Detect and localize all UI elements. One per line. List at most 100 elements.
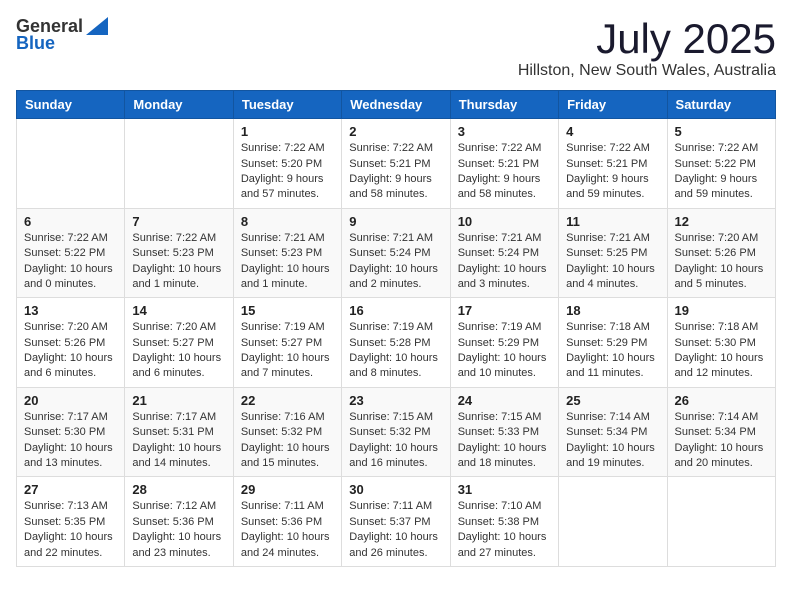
day-info: Sunrise: 7:21 AM Sunset: 5:23 PM Dayligh… xyxy=(241,231,334,293)
calendar-cell: 6 Sunrise: 7:22 AM Sunset: 5:22 PM Daylig… xyxy=(17,208,125,298)
day-info: Sunrise: 7:22 AM Sunset: 5:23 PM Dayligh… xyxy=(132,231,225,293)
calendar-cell: 24Sunrise: 7:15 AM Sunset: 5:33 PM Dayli… xyxy=(450,387,558,477)
calendar-cell: 17 Sunrise: 7:19 AM Sunset: 5:29 PM Dayli… xyxy=(450,298,558,388)
day-info: Sunrise: 7:18 AM Sunset: 5:29 PM Dayligh… xyxy=(566,320,659,382)
weekday-header-tuesday: Tuesday xyxy=(233,91,341,119)
day-number: 20 xyxy=(24,393,117,408)
calendar-cell xyxy=(125,119,233,209)
location-subtitle: Hillston, New South Wales, Australia xyxy=(518,62,776,80)
calendar-week-row: 27 Sunrise: 7:13 AM Sunset: 5:35 PM Dayli… xyxy=(17,477,776,567)
calendar-cell: 16 Sunrise: 7:19 AM Sunset: 5:28 PM Dayli… xyxy=(342,298,450,388)
day-number: 5 xyxy=(675,124,768,139)
day-info: Sunrise: 7:10 AM Sunset: 5:38 PM Dayligh… xyxy=(458,499,551,561)
day-info: Sunrise: 7:14 AM Sunset: 5:34 PM Dayligh… xyxy=(675,410,768,472)
calendar-cell: 1Sunrise: 7:22 AM Sunset: 5:20 PM Daylig… xyxy=(233,119,341,209)
calendar-week-row: 1Sunrise: 7:22 AM Sunset: 5:20 PM Daylig… xyxy=(17,119,776,209)
day-number: 11 xyxy=(566,214,659,229)
day-number: 17 xyxy=(458,303,551,318)
day-info: Sunrise: 7:19 AM Sunset: 5:28 PM Dayligh… xyxy=(349,320,442,382)
logo-icon xyxy=(86,17,108,35)
calendar-week-row: 13Sunrise: 7:20 AM Sunset: 5:26 PM Dayli… xyxy=(17,298,776,388)
day-number: 23 xyxy=(349,393,442,408)
day-info: Sunrise: 7:11 AM Sunset: 5:36 PM Dayligh… xyxy=(241,499,334,561)
day-info: Sunrise: 7:21 AM Sunset: 5:25 PM Dayligh… xyxy=(566,231,659,293)
calendar-cell: 10 Sunrise: 7:21 AM Sunset: 5:24 PM Dayli… xyxy=(450,208,558,298)
weekday-header-thursday: Thursday xyxy=(450,91,558,119)
day-number: 19 xyxy=(675,303,768,318)
day-number: 28 xyxy=(132,482,225,497)
calendar-cell: 14Sunrise: 7:20 AM Sunset: 5:27 PM Dayli… xyxy=(125,298,233,388)
day-number: 12 xyxy=(675,214,768,229)
day-info: Sunrise: 7:21 AM Sunset: 5:24 PM Dayligh… xyxy=(349,231,442,293)
weekday-header-sunday: Sunday xyxy=(17,91,125,119)
calendar-cell: 2Sunrise: 7:22 AM Sunset: 5:21 PM Daylig… xyxy=(342,119,450,209)
day-info: Sunrise: 7:15 AM Sunset: 5:32 PM Dayligh… xyxy=(349,410,442,472)
day-number: 10 xyxy=(458,214,551,229)
day-info: Sunrise: 7:18 AM Sunset: 5:30 PM Dayligh… xyxy=(675,320,768,382)
day-info: Sunrise: 7:20 AM Sunset: 5:26 PM Dayligh… xyxy=(675,231,768,293)
calendar-table: SundayMondayTuesdayWednesdayThursdayFrid… xyxy=(16,90,776,567)
calendar-cell: 9 Sunrise: 7:21 AM Sunset: 5:24 PM Daylig… xyxy=(342,208,450,298)
day-number: 7 xyxy=(132,214,225,229)
day-info: Sunrise: 7:12 AM Sunset: 5:36 PM Dayligh… xyxy=(132,499,225,561)
calendar-week-row: 20 Sunrise: 7:17 AM Sunset: 5:30 PM Dayli… xyxy=(17,387,776,477)
day-info: Sunrise: 7:13 AM Sunset: 5:35 PM Dayligh… xyxy=(24,499,117,561)
calendar-cell: 15Sunrise: 7:19 AM Sunset: 5:27 PM Dayli… xyxy=(233,298,341,388)
calendar-cell: 11 Sunrise: 7:21 AM Sunset: 5:25 PM Dayli… xyxy=(559,208,667,298)
calendar-cell: 28 Sunrise: 7:12 AM Sunset: 5:36 PM Dayli… xyxy=(125,477,233,567)
day-number: 16 xyxy=(349,303,442,318)
calendar-week-row: 6 Sunrise: 7:22 AM Sunset: 5:22 PM Daylig… xyxy=(17,208,776,298)
day-number: 29 xyxy=(241,482,334,497)
calendar-cell: 30 Sunrise: 7:11 AM Sunset: 5:37 PM Dayli… xyxy=(342,477,450,567)
calendar-cell: 8 Sunrise: 7:21 AM Sunset: 5:23 PM Daylig… xyxy=(233,208,341,298)
calendar-cell: 21 Sunrise: 7:17 AM Sunset: 5:31 PM Dayli… xyxy=(125,387,233,477)
day-number: 27 xyxy=(24,482,117,497)
day-info: Sunrise: 7:17 AM Sunset: 5:31 PM Dayligh… xyxy=(132,410,225,472)
day-info: Sunrise: 7:22 AM Sunset: 5:22 PM Dayligh… xyxy=(24,231,117,293)
day-number: 31 xyxy=(458,482,551,497)
day-info: Sunrise: 7:19 AM Sunset: 5:29 PM Dayligh… xyxy=(458,320,551,382)
day-info: Sunrise: 7:22 AM Sunset: 5:22 PM Dayligh… xyxy=(675,141,768,203)
weekday-header-friday: Friday xyxy=(559,91,667,119)
day-number: 22 xyxy=(241,393,334,408)
day-number: 3 xyxy=(458,124,551,139)
month-title: July 2025 xyxy=(518,16,776,62)
calendar-cell: 3Sunrise: 7:22 AM Sunset: 5:21 PM Daylig… xyxy=(450,119,558,209)
day-number: 1 xyxy=(241,124,334,139)
weekday-header-saturday: Saturday xyxy=(667,91,775,119)
day-number: 25 xyxy=(566,393,659,408)
calendar-cell: 29 Sunrise: 7:11 AM Sunset: 5:36 PM Dayli… xyxy=(233,477,341,567)
day-number: 6 xyxy=(24,214,117,229)
day-number: 30 xyxy=(349,482,442,497)
day-number: 26 xyxy=(675,393,768,408)
day-info: Sunrise: 7:11 AM Sunset: 5:37 PM Dayligh… xyxy=(349,499,442,561)
day-number: 9 xyxy=(349,214,442,229)
day-number: 14 xyxy=(132,303,225,318)
day-number: 4 xyxy=(566,124,659,139)
logo: General Blue xyxy=(16,16,108,54)
calendar-cell: 13Sunrise: 7:20 AM Sunset: 5:26 PM Dayli… xyxy=(17,298,125,388)
page-header: General Blue July 2025 Hillston, New Sou… xyxy=(16,16,776,80)
calendar-cell: 22 Sunrise: 7:16 AM Sunset: 5:32 PM Dayli… xyxy=(233,387,341,477)
day-info: Sunrise: 7:14 AM Sunset: 5:34 PM Dayligh… xyxy=(566,410,659,472)
calendar-cell: 31 Sunrise: 7:10 AM Sunset: 5:38 PM Dayli… xyxy=(450,477,558,567)
day-number: 24 xyxy=(458,393,551,408)
weekday-header-wednesday: Wednesday xyxy=(342,91,450,119)
title-block: July 2025 Hillston, New South Wales, Aus… xyxy=(518,16,776,80)
day-info: Sunrise: 7:17 AM Sunset: 5:30 PM Dayligh… xyxy=(24,410,117,472)
calendar-cell: 18Sunrise: 7:18 AM Sunset: 5:29 PM Dayli… xyxy=(559,298,667,388)
day-info: Sunrise: 7:21 AM Sunset: 5:24 PM Dayligh… xyxy=(458,231,551,293)
calendar-cell xyxy=(17,119,125,209)
day-number: 15 xyxy=(241,303,334,318)
day-info: Sunrise: 7:16 AM Sunset: 5:32 PM Dayligh… xyxy=(241,410,334,472)
calendar-header-row: SundayMondayTuesdayWednesdayThursdayFrid… xyxy=(17,91,776,119)
calendar-cell: 20 Sunrise: 7:17 AM Sunset: 5:30 PM Dayli… xyxy=(17,387,125,477)
day-number: 8 xyxy=(241,214,334,229)
calendar-cell xyxy=(667,477,775,567)
day-info: Sunrise: 7:22 AM Sunset: 5:21 PM Dayligh… xyxy=(566,141,659,203)
calendar-cell: 23 Sunrise: 7:15 AM Sunset: 5:32 PM Dayli… xyxy=(342,387,450,477)
calendar-cell: 5 Sunrise: 7:22 AM Sunset: 5:22 PM Daylig… xyxy=(667,119,775,209)
day-info: Sunrise: 7:22 AM Sunset: 5:21 PM Dayligh… xyxy=(349,141,442,203)
day-number: 21 xyxy=(132,393,225,408)
calendar-cell xyxy=(559,477,667,567)
